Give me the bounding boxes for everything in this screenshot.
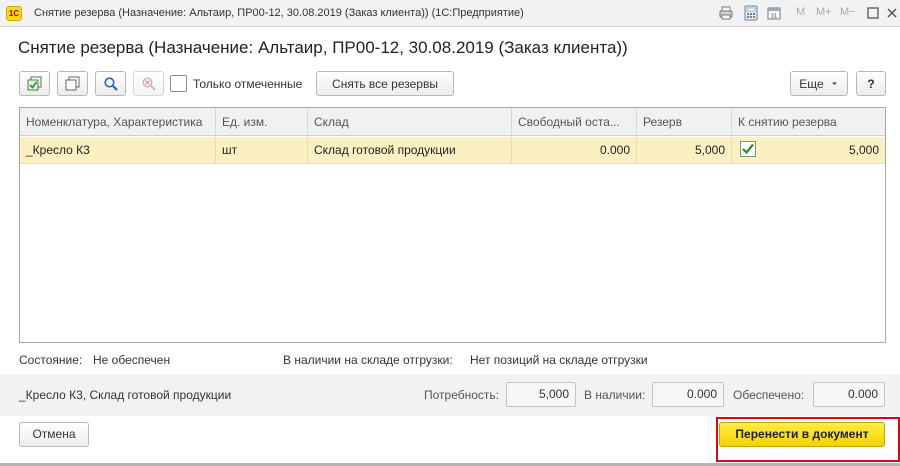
col-header-to-remove[interactable]: К снятию резерва — [732, 108, 885, 136]
cell-to-remove-value: 5,000 — [848, 143, 879, 157]
cell-item[interactable]: _Кресло К3 — [20, 137, 216, 164]
stock-label: В наличии на складе отгрузки: — [283, 353, 453, 367]
window-title: Снятие резерва (Назначение: Альтаир, ПР0… — [34, 7, 524, 19]
print-icon[interactable] — [718, 5, 734, 21]
table-row[interactable]: _Кресло К3 шт Склад готовой продукции 0.… — [20, 137, 885, 164]
only-marked-label: Только отмеченные — [193, 77, 303, 91]
page-title: Снятие резерва (Назначение: Альтаир, ПР0… — [18, 38, 628, 57]
row-checkbox-checked-icon[interactable] — [740, 141, 756, 157]
table-header: Номенклатура, Характеристика Ед. изм. Ск… — [20, 108, 885, 136]
highlight-frame — [716, 417, 900, 462]
uncheck-all-button[interactable] — [57, 71, 88, 96]
need-label: Потребность: — [424, 388, 499, 402]
available-label: В наличии: — [584, 388, 646, 402]
remove-all-reserves-button[interactable]: Снять все резервы — [316, 71, 454, 96]
uncheck-all-icon — [65, 76, 79, 90]
cancel-button[interactable]: Отмена — [19, 422, 89, 447]
col-header-warehouse[interactable]: Склад — [308, 108, 512, 136]
stock-value: Нет позиций на складе отгрузки — [470, 353, 648, 367]
provided-label: Обеспечено: — [733, 388, 805, 402]
col-header-item[interactable]: Номенклатура, Характеристика — [20, 108, 216, 136]
memory-minus-button[interactable]: M− — [840, 6, 856, 18]
state-value: Не обеспечен — [93, 353, 171, 367]
item-info-bar: _Кресло К3, Склад готовой продукции Потр… — [0, 374, 900, 416]
col-header-reserve[interactable]: Резерв — [637, 108, 732, 136]
memory-button[interactable]: M — [796, 6, 805, 18]
calendar-icon[interactable]: 31 — [766, 5, 782, 21]
app-logo-icon: 1С — [6, 6, 22, 21]
check-all-icon — [27, 76, 41, 90]
window-titlebar: 1С Снятие резерва (Назначение: Альтаир, … — [0, 0, 900, 27]
cell-warehouse[interactable]: Склад готовой продукции — [308, 137, 512, 164]
cell-reserve[interactable]: 5,000 — [637, 137, 732, 164]
check-all-button[interactable] — [19, 71, 50, 96]
memory-plus-button[interactable]: M+ — [816, 6, 832, 18]
item-description: _Кресло К3, Склад готовой продукции — [19, 388, 232, 402]
search-icon — [103, 76, 118, 91]
clear-search-button[interactable] — [133, 71, 164, 96]
available-field: 0.000 — [652, 382, 724, 407]
clear-search-icon — [141, 76, 156, 91]
more-label: Еще — [799, 76, 824, 91]
need-field: 5,000 — [506, 382, 576, 407]
more-menu-button[interactable]: Еще — [790, 71, 848, 96]
reserve-table: Номенклатура, Характеристика Ед. изм. Ск… — [19, 107, 886, 343]
chevron-down-icon — [831, 82, 837, 85]
remove-all-reserves-label: Снять все резервы — [332, 76, 438, 91]
provided-field: 0.000 — [813, 382, 885, 407]
cell-free-stock[interactable]: 0.000 — [512, 137, 637, 164]
close-icon[interactable] — [884, 5, 900, 21]
search-button[interactable] — [95, 71, 126, 96]
maximize-icon[interactable] — [865, 5, 881, 21]
only-marked-checkbox[interactable] — [170, 75, 187, 92]
svg-text:31: 31 — [771, 14, 778, 20]
cell-unit[interactable]: шт — [216, 137, 308, 164]
help-button[interactable]: ? — [856, 71, 886, 96]
help-label: ? — [867, 76, 875, 91]
col-header-unit[interactable]: Ед. изм. — [216, 108, 308, 136]
cell-to-remove[interactable]: 5,000 — [732, 137, 885, 164]
calculator-icon[interactable] — [743, 5, 759, 21]
col-header-free-stock[interactable]: Свободный оста... — [512, 108, 637, 136]
state-label: Состояние: — [19, 353, 83, 367]
